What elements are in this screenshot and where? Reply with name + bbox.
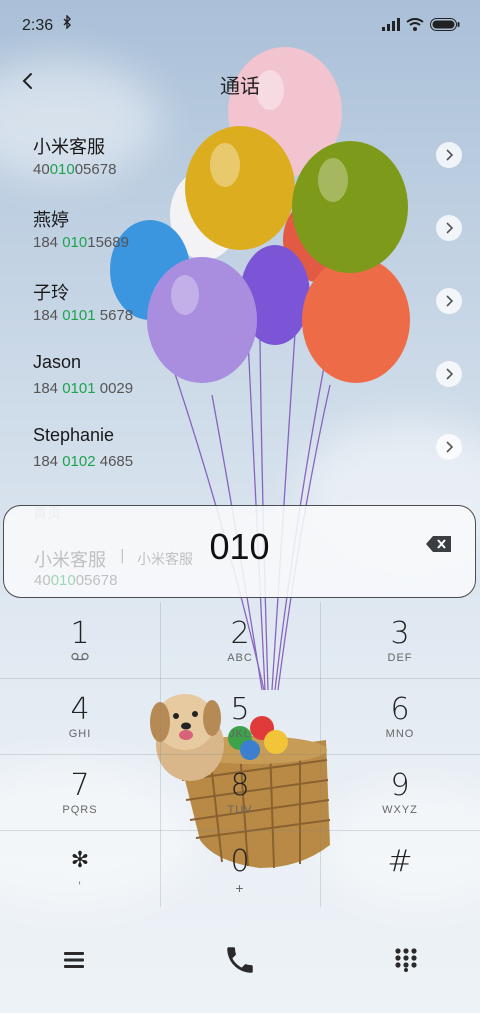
dialpad-icon [395,948,417,972]
contact-row[interactable]: 小米客服 4001005678 [0,133,480,205]
contact-row[interactable]: Jason 184 0101 0029 [0,352,480,424]
voicemail-icon [0,652,160,664]
battery-icon [430,16,460,35]
contact-detail-button[interactable] [436,361,462,387]
wifi-icon [406,16,424,35]
contact-number: 184 0102 4685 [33,453,134,470]
contact-name: Jason [33,352,82,372]
dialpad-toggle-button[interactable] [376,930,436,990]
header: 通话 [0,56,480,112]
dialed-number: 010 [209,526,270,567]
menu-button[interactable] [44,930,104,990]
key-6[interactable]: 6 MNO [320,678,480,754]
key-0[interactable]: 0 + [160,830,320,906]
chevron-right-icon [446,222,454,234]
dial-pad: 1 2 ABC 3 DEF 4 GHI 5 JKL 6 MNO 7 PQRS 8 TUV 9W… [0,602,480,907]
contact-name: 燕婷 [33,210,69,230]
contact-row[interactable]: 子玲 184 0101 5678 [0,279,480,351]
page-title: 通话 [220,74,260,98]
backspace-icon [426,536,451,552]
signal-icon [382,16,400,35]
menu-icon [64,952,84,968]
key-7[interactable]: 7 PQRS [0,754,160,830]
key-star[interactable]: ✻, [0,830,160,906]
key-2[interactable]: 2 ABC [160,602,320,678]
key-9[interactable]: 9 WXYZ [320,754,480,830]
key-4[interactable]: 4 GHI [0,678,160,754]
contact-detail-button[interactable] [436,142,462,168]
contact-detail-button[interactable] [436,434,462,460]
bluetooth-icon [62,14,72,33]
contact-name: 子玲 [33,283,69,303]
key-8[interactable]: 8 TUV [160,754,320,830]
contact-row[interactable]: Stephanie 184 0102 4685 [0,425,480,497]
contact-name: Stephanie [33,425,115,445]
bottom-action-bar [0,930,480,990]
chevron-right-icon [446,149,454,161]
status-bar: 2:36 [0,0,480,52]
contact-detail-button[interactable] [436,288,462,314]
call-button[interactable] [210,930,270,990]
phone-icon [227,947,253,973]
key-3[interactable]: 3 DEF [320,602,480,678]
contact-detail-button[interactable] [436,215,462,241]
contact-number: 4001005678 [33,161,117,178]
key-hash[interactable]: # [320,830,480,906]
key-1[interactable]: 1 [0,602,160,678]
chevron-right-icon [446,295,454,307]
contact-number: 184 0101 0029 [33,380,134,397]
contact-name: 小米客服 [33,137,105,157]
chevron-right-icon [446,368,454,380]
contact-number: 184 01015689 [33,234,129,251]
key-5[interactable]: 5 JKL [160,678,320,754]
backspace-button[interactable] [425,533,453,555]
status-time: 2:36 [22,17,54,34]
contact-row[interactable]: 燕婷 184 01015689 [0,206,480,278]
contact-number: 184 0101 5678 [33,307,134,324]
yellow-pages-result-number: 4001005678 [34,572,118,589]
chevron-right-icon [446,441,454,453]
dial-input-panel[interactable]: 小米客服 | 小米客服 4001005678 010 [3,505,476,598]
